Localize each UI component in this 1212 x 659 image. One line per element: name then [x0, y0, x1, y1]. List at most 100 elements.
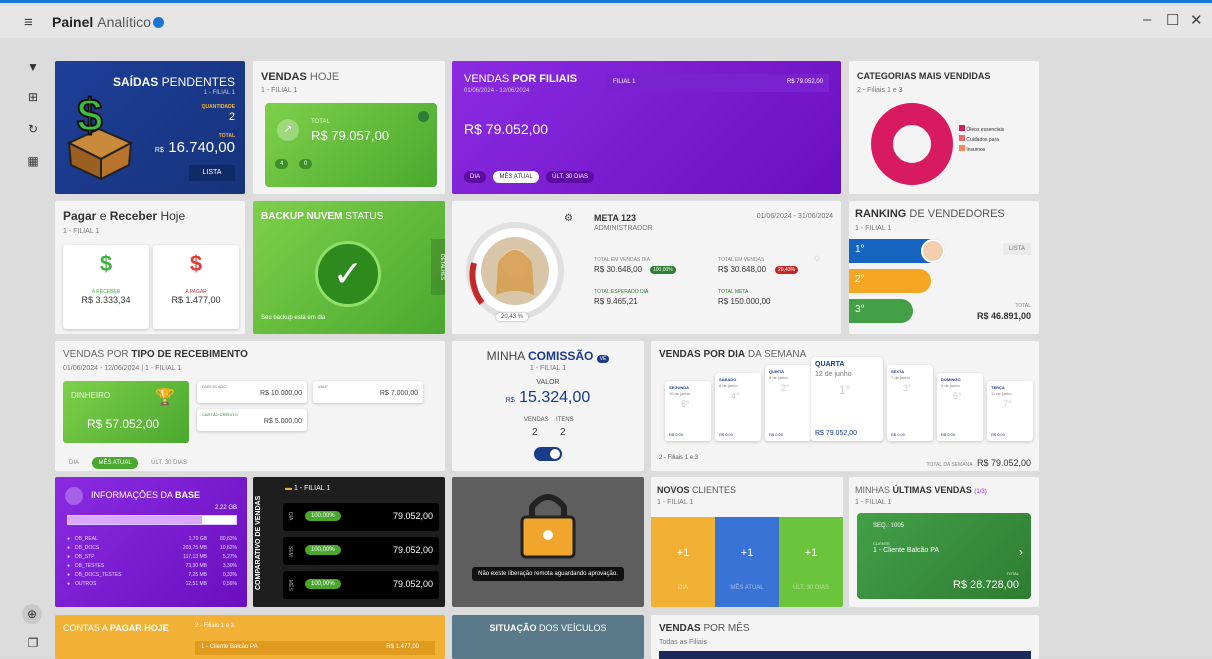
- parcelado-value: R$ 10.000,00: [259, 390, 302, 397]
- ultimas-cliente: 1 - Cliente Balcão PA: [873, 547, 940, 554]
- next-arrow-icon[interactable]: ›: [1019, 545, 1023, 559]
- ranking-tile[interactable]: RANKING DE VENDEDORES 1 - FILIAL 1 1° 2°…: [849, 201, 1039, 334]
- comparativo-tile[interactable]: COMPARATIVO DE VENDAS ▬ 1 - FILIAL 1 DIA…: [253, 477, 445, 607]
- zoom-icon[interactable]: ⊕: [22, 604, 42, 624]
- veiculos-t1: SITUAÇÃO: [489, 623, 537, 633]
- week-day-name: QUINTA: [769, 369, 785, 374]
- cartao-label: CARTÃO CRÉDITO: [202, 412, 238, 417]
- comparativo-row[interactable]: MÊS 100,00% 79.052,00: [283, 571, 439, 599]
- vendas-filiais-t1: VENDAS: [464, 73, 510, 85]
- contas-pagar-tile[interactable]: CONTAS A PAGAR HOJE 2 - Filiais 1 e 3 1 …: [55, 615, 445, 659]
- saidas-pendentes-tile[interactable]: $ SAÍDAS PENDENTES 1 - FILIAL 1 QUANTIDA…: [55, 61, 245, 194]
- vendas-hoje-filial: 1 - FILIAL 1: [261, 87, 298, 94]
- week-day-card[interactable]: SÁBADO 8 de junho 4° R$ 0,00: [715, 373, 761, 441]
- week-day-value: R$ 0,00: [769, 432, 784, 437]
- week-day-value: R$ 0,00: [991, 432, 1006, 437]
- meta-period: 01/06/2024 - 31/06/2024: [756, 213, 833, 220]
- ultimas-vendas-tile[interactable]: MINHAS ÚLTIMAS VENDAS (1/3) 1 - FILIAL 1…: [849, 477, 1039, 607]
- pagar-t3: Receber: [109, 209, 158, 223]
- saidas-lista-button[interactable]: LISTA: [189, 165, 235, 181]
- dinheiro-label: DINHEIRO: [71, 391, 111, 400]
- app-title-light: Analítico: [97, 14, 151, 30]
- ultima-venda-card[interactable]: SEQ.: 1005 CLIENTE 1 - Cliente Balcão PA…: [857, 513, 1031, 599]
- liberacao-tile[interactable]: Não existe liberação remota aguardando a…: [452, 477, 644, 607]
- week-day-rank: 4°: [731, 391, 740, 401]
- week-day-card[interactable]: QUARTA 12 de junho 1° R$ 79.052,00: [811, 357, 883, 441]
- rank-3[interactable]: 3°: [849, 299, 913, 323]
- refresh-icon[interactable]: ↻: [22, 122, 44, 136]
- check-icon: ✓: [315, 241, 381, 307]
- parcelado-label: PARCELADO: [202, 384, 227, 389]
- clientes-30[interactable]: +1 ÚLT. 30 DIAS: [779, 517, 843, 607]
- recebimento-tile[interactable]: VENDAS POR TIPO DE RECEBIMENTO 01/06/202…: [55, 341, 445, 471]
- comissao-tile[interactable]: MINHA COMISSÃO VÊ 1 - FILIAL 1 VALOR R$ …: [452, 341, 644, 471]
- categorias-tile[interactable]: CATEGORIAS MAIS VENDIDAS 2 - Filiais 1 e…: [849, 61, 1039, 194]
- app-logo-icon: [152, 16, 164, 28]
- backup-footer: Seu backup está em dia: [261, 315, 326, 321]
- week-day-card[interactable]: DOMINGO 9 de junho 5° R$ 0,00: [937, 373, 983, 441]
- clientes-t1: NOVOS: [657, 485, 690, 495]
- a-pagar-card[interactable]: $ A PAGAR R$ 1.477,00: [153, 245, 239, 329]
- contas-row[interactable]: 1 - Cliente Balcão PA R$ 1.477,00: [195, 641, 435, 655]
- vale-card[interactable]: VALE R$ 7.000,00: [313, 381, 423, 403]
- week-day-card[interactable]: TERÇA 11 de junho 7° R$ 0,00: [987, 381, 1033, 441]
- backup-tile[interactable]: BACKUP NUVEM STATUS ✓ DETALHES Seu backu…: [253, 201, 445, 334]
- meta-l2: TOTAL EM VENDAS: [718, 257, 765, 263]
- backup-t1: BACKUP NUVEM: [261, 211, 343, 222]
- comparativo-row[interactable]: DIA 100,00% 79.052,00: [283, 503, 439, 531]
- vendas-hoje-badge-2: 0: [299, 159, 313, 169]
- clientes-dia[interactable]: +1 DIA: [651, 517, 715, 607]
- chart-icon[interactable]: ⊞: [22, 90, 44, 104]
- cartao-credito-card[interactable]: CARTÃO CRÉDITO R$ 5.000,00: [197, 409, 307, 431]
- grid-icon[interactable]: ▦: [22, 154, 44, 168]
- week-day-card[interactable]: QUINTA 6 de junho 2° R$ 0,00: [765, 365, 811, 441]
- parcelado-card[interactable]: PARCELADO R$ 10.000,00: [197, 381, 307, 403]
- tab-mes-atual[interactable]: MÊS ATUAL: [493, 171, 539, 183]
- filter-icon[interactable]: ▼: [22, 60, 44, 74]
- week-day-card[interactable]: SEGUNDA 10 de junho 6° R$ 0,00: [665, 381, 711, 441]
- tab-ult-30-dias[interactable]: ÚLT. 30 DIAS: [546, 171, 595, 183]
- comissao-toggle[interactable]: [534, 447, 562, 461]
- tab-dia[interactable]: DIA: [464, 171, 487, 183]
- comissao-l2: ITENS: [556, 417, 574, 423]
- vendas-mes-tile[interactable]: VENDAS POR MÊS Todas as Filiais: [651, 615, 1039, 659]
- veiculos-tile[interactable]: SITUAÇÃO DOS VEÍCULOS: [452, 615, 644, 659]
- base-rows: ● DB_REAL 1,79 GB 80,63% ● DB_DOCS 203,75 MB 10…: [67, 535, 237, 589]
- pagar-t2: e: [99, 209, 107, 223]
- week-day-date: 12 de junho: [815, 371, 852, 378]
- comparativo-row[interactable]: SEM 100,00% 79.052,00: [283, 537, 439, 565]
- vendas-mes-chart: [659, 651, 1031, 659]
- week-day-date: 8 de junho: [719, 383, 738, 388]
- a-receber-card[interactable]: $ A RECEBER R$ 3.333,34: [63, 245, 149, 329]
- clientes-tile[interactable]: NOVOS CLIENTES 1 - FILIAL 1 +1 DIA +1 MÊ…: [651, 477, 843, 607]
- pagar-t4: Hoje: [160, 209, 186, 223]
- pagar-receber-tile[interactable]: Pagar e Receber Hoje 1 - FILIAL 1 $ A RE…: [55, 201, 245, 334]
- rec-tab-dia[interactable]: DIA: [63, 457, 85, 469]
- rank-2[interactable]: 2°: [849, 269, 931, 293]
- contas-filiais: 2 - Filiais 1 e 3: [195, 623, 235, 629]
- close-button[interactable]: ✕: [1190, 11, 1203, 29]
- vendas-hoje-tile[interactable]: VENDAS HOJE 1 - FILIAL 1 ↗ TOTAL R$ 79.0…: [253, 61, 445, 194]
- cartao-value: R$ 5.000,00: [263, 418, 302, 425]
- semana-tile[interactable]: VENDAS POR DIA DA SEMANA SEGUNDA 10 de ju…: [651, 341, 1039, 471]
- ranking-lista-button[interactable]: LISTA: [1002, 243, 1031, 255]
- settings-icon[interactable]: ⚙: [564, 213, 573, 224]
- copy-icon[interactable]: ❐: [22, 636, 44, 650]
- backup-detalhes[interactable]: DETALHES: [431, 239, 445, 295]
- trend-icon: ↗: [277, 119, 299, 141]
- base-tile[interactable]: INFORMAÇÕES DA BASE 2.22 GB ● DB_REAL 1,79…: [55, 477, 247, 607]
- minimize-button[interactable]: –: [1143, 11, 1151, 28]
- meta-tile[interactable]: 20,43 % ⚙ META 123 ADMINISTRADOR 01/06/2…: [452, 201, 841, 334]
- maximize-button[interactable]: ☐: [1166, 11, 1179, 29]
- rec-tab-mes-atual[interactable]: MÊS ATUAL: [92, 457, 138, 469]
- legend-item-1: Óleos essenciais: [959, 125, 1004, 135]
- money-box-icon: $: [66, 88, 134, 181]
- menu-icon[interactable]: ≡: [24, 14, 44, 31]
- rec-tab-ult-30[interactable]: ÚLT. 30 DIAS: [145, 457, 193, 469]
- week-day-card[interactable]: SEXTA 7 de junho 3° R$ 0,00: [887, 365, 933, 441]
- vendas-filiais-tile[interactable]: VENDAS POR FILIAIS 01/06/2024 - 12/06/20…: [452, 61, 841, 194]
- categorias-title: CATEGORIAS MAIS VENDIDAS: [857, 71, 991, 81]
- comissao-l1: VENDAS: [524, 417, 549, 423]
- dinheiro-card[interactable]: DINHEIRO 🏆 R$ 57.052,00: [63, 381, 189, 443]
- clientes-mes[interactable]: +1 MÊS ATUAL: [715, 517, 779, 607]
